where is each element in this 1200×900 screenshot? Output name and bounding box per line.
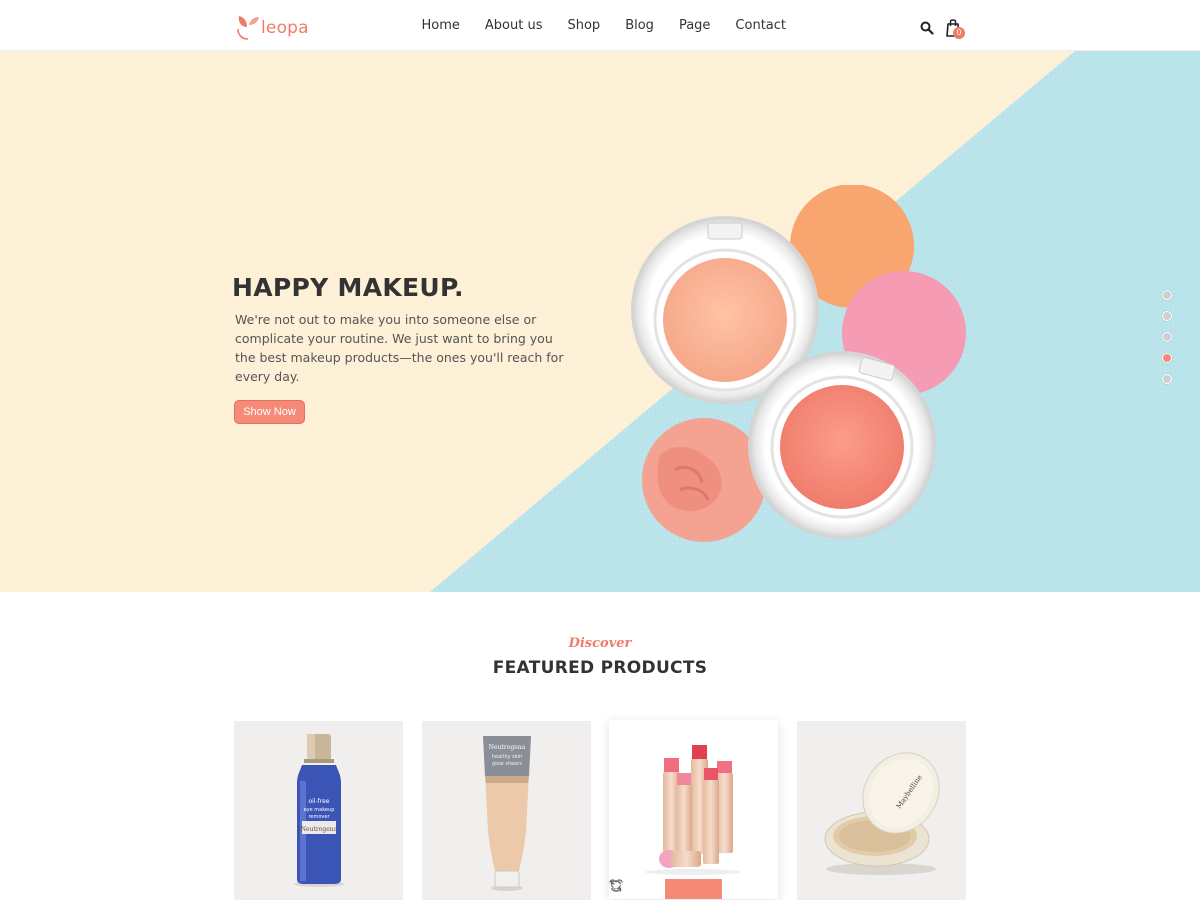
logo-text: leopa: [261, 18, 309, 38]
logo[interactable]: leopa: [233, 9, 309, 41]
makeup-remover-bottle-image: Neutrogena oil-free eye makeup remover: [294, 734, 344, 887]
lipstick-set-image: [645, 745, 741, 875]
svg-text:eye makeup: eye makeup: [304, 807, 335, 813]
svg-text:Neutrogena: Neutrogena: [301, 826, 338, 833]
foundation-tube-image: Neutrogena healthy skin glow sheers: [483, 736, 531, 891]
svg-text:glow sheers: glow sheers: [492, 761, 522, 767]
show-now-button[interactable]: Show Now: [234, 400, 305, 424]
slide-dot-active[interactable]: [1162, 353, 1172, 363]
search-icon[interactable]: [920, 21, 934, 35]
hero-title: HAPPY MAKEUP.: [232, 273, 464, 302]
leaf-logo-icon: [237, 16, 259, 40]
product-card-featured[interactable]: [609, 720, 778, 899]
product-action-bar: [609, 879, 778, 899]
compare-button[interactable]: [610, 879, 778, 899]
nav-home[interactable]: Home: [422, 18, 460, 33]
product-card[interactable]: Neutrogena healthy skin glow sheers: [422, 721, 591, 900]
slide-dot[interactable]: [1162, 290, 1172, 300]
slide-dot[interactable]: [1162, 311, 1172, 321]
add-to-cart-button[interactable]: [609, 879, 722, 899]
hero-description: We're not out to make you into someone e…: [235, 312, 564, 384]
hero-background: [0, 51, 1200, 592]
blush-compact-image: [631, 185, 966, 542]
compact-powder-image: Maybelline: [824, 752, 940, 875]
nav-blog[interactable]: Blog: [625, 18, 654, 33]
section-title: FEATURED PRODUCTS: [492, 658, 708, 678]
nav-about-us[interactable]: About us: [485, 18, 543, 33]
nav-shop[interactable]: Shop: [567, 18, 600, 33]
svg-text:healthy skin: healthy skin: [492, 754, 522, 760]
section-kicker: Discover: [568, 636, 632, 651]
nav-page[interactable]: Page: [679, 18, 710, 33]
slide-dot[interactable]: [1162, 332, 1172, 342]
product-card[interactable]: Neutrogena oil-free eye makeup remover: [234, 721, 403, 900]
svg-text:oil-free: oil-free: [309, 798, 330, 805]
cart-count-badge: 0: [953, 27, 965, 39]
svg-text:Neutrogena: Neutrogena: [489, 744, 526, 751]
slide-dot[interactable]: [1162, 374, 1172, 384]
hero-slider: HAPPY MAKEUP. We're not out to make you …: [0, 51, 1200, 592]
product-card[interactable]: Maybelline: [797, 721, 966, 900]
refresh-icon: [610, 880, 622, 892]
nav-contact[interactable]: Contact: [735, 18, 786, 33]
main-nav: Home About us Shop Blog Page Contact: [409, 0, 799, 51]
svg-text:remover: remover: [308, 814, 330, 820]
site-header: leopa Home About us Shop Blog Page Conta…: [0, 0, 1200, 51]
slider-pagination: [1162, 290, 1174, 395]
